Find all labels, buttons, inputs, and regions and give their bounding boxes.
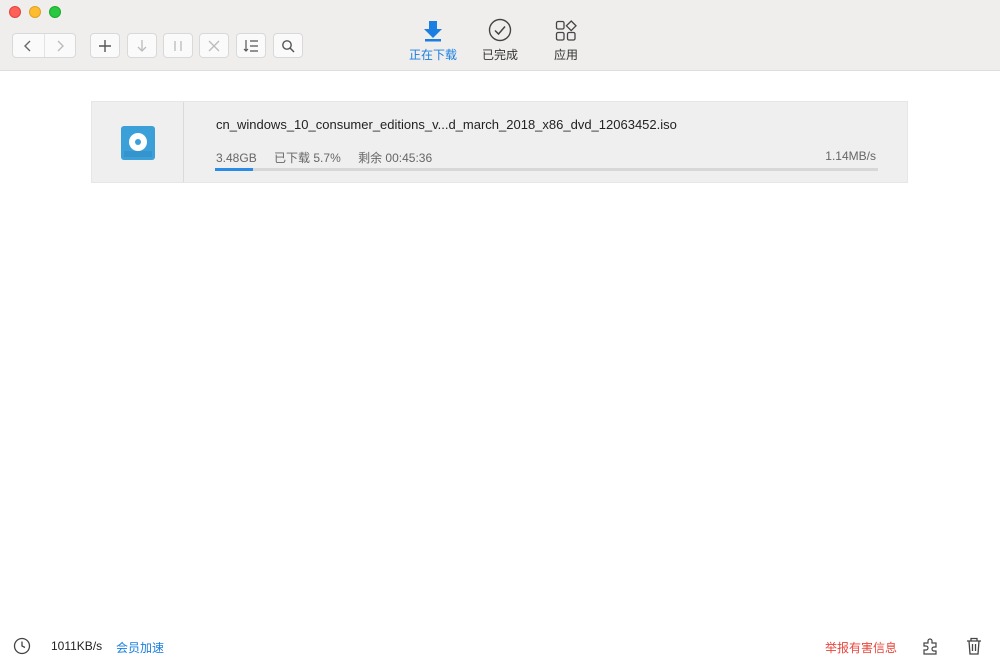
list-sort-icon — [243, 39, 258, 52]
check-circle-icon — [488, 18, 512, 42]
download-item[interactable]: cn_windows_10_consumer_editions_v...d_ma… — [91, 101, 908, 183]
total-speed: 1011KB/s — [51, 639, 103, 653]
plus-icon — [99, 39, 111, 52]
file-size: 3.48GB — [216, 151, 257, 165]
pause-icon — [174, 40, 182, 51]
report-link[interactable]: 举报有害信息 — [825, 639, 897, 656]
close-window-button[interactable] — [9, 6, 21, 18]
download-icon — [424, 21, 442, 42]
download-speed: 1.14MB/s — [825, 149, 876, 163]
minimize-window-button[interactable] — [29, 6, 41, 18]
file-name: cn_windows_10_consumer_editions_v...d_ma… — [216, 117, 677, 132]
tab-completed[interactable]: 已完成 — [470, 16, 530, 63]
traffic-lights — [9, 6, 61, 18]
download-stats: 3.48GB 已下载 5.7% 剩余 00:45:36 — [216, 149, 446, 166]
plugin-icon[interactable] — [920, 636, 940, 656]
pause-button[interactable] — [163, 33, 193, 58]
item-divider — [183, 102, 184, 182]
search-button[interactable] — [273, 33, 303, 58]
trash-icon[interactable] — [965, 636, 983, 656]
chevron-left-icon — [24, 40, 31, 51]
progress-fill — [215, 168, 253, 171]
nav-button-group — [12, 33, 76, 58]
back-button[interactable] — [13, 34, 44, 57]
status-bar: 1011KB/s 会员加速 举报有害信息 — [0, 630, 1000, 664]
time-remaining: 剩余 00:45:36 — [358, 151, 433, 165]
delete-button[interactable] — [199, 33, 229, 58]
apps-icon — [555, 20, 577, 41]
file-icon-tile — [121, 126, 155, 160]
new-task-button[interactable] — [90, 33, 120, 58]
progress-bar — [215, 168, 878, 171]
tab-apps[interactable]: 应用 — [536, 16, 596, 63]
maximize-window-button[interactable] — [49, 6, 61, 18]
download-percent: 已下载 5.7% — [274, 151, 341, 165]
sort-button[interactable] — [236, 33, 266, 58]
app-window: 正在下载 已完成 应用 cn_windows_10_consumer_editi… — [0, 0, 1000, 664]
clock-icon[interactable] — [13, 637, 31, 655]
arrow-down-icon — [137, 39, 147, 52]
start-button[interactable] — [127, 33, 157, 58]
vip-accelerate-link[interactable]: 会员加速 — [116, 639, 164, 656]
chevron-right-icon — [57, 40, 64, 51]
tab-label: 应用 — [553, 48, 578, 62]
tab-label: 已完成 — [481, 48, 518, 62]
toolbar: 正在下载 已完成 应用 — [0, 0, 1000, 71]
disc-icon — [124, 133, 152, 157]
search-icon — [282, 39, 295, 53]
close-icon — [208, 40, 220, 51]
forward-button[interactable] — [43, 34, 75, 57]
tab-downloading[interactable]: 正在下载 — [403, 16, 463, 63]
tab-label: 正在下载 — [408, 48, 457, 62]
